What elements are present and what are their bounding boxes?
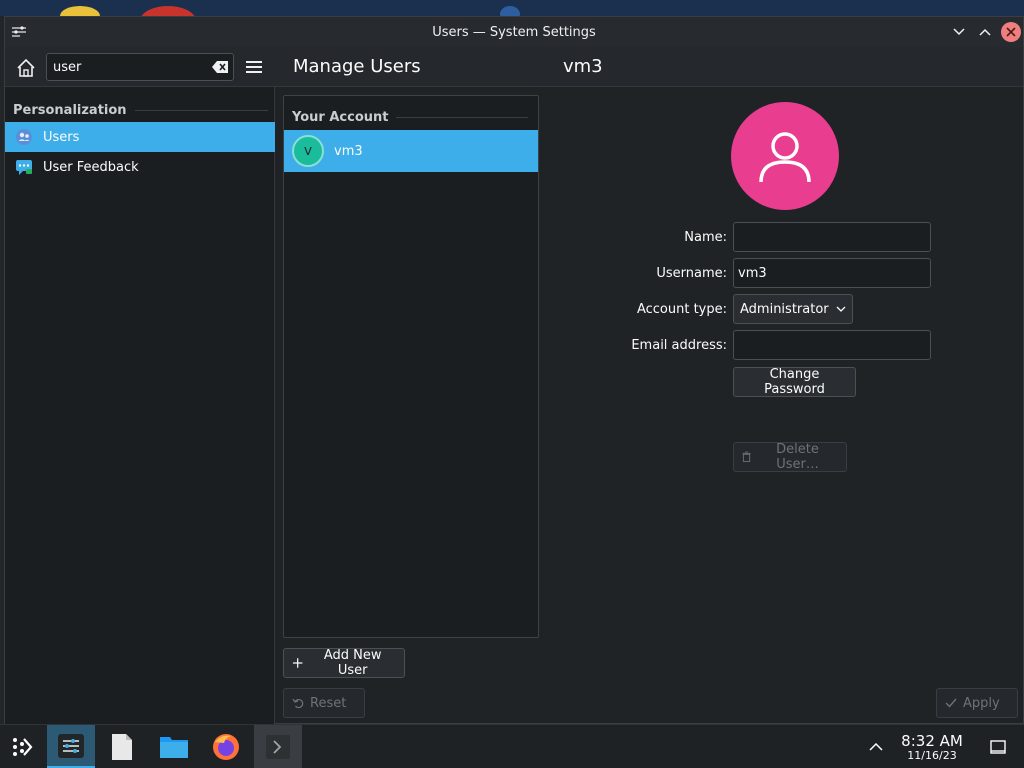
clock-date: 11/16/23 xyxy=(907,749,957,762)
add-new-user-label: Add New User xyxy=(323,648,382,678)
plus-icon xyxy=(292,658,303,668)
user-avatar[interactable] xyxy=(731,102,839,210)
section-label: Your Account xyxy=(292,110,389,125)
list-item[interactable]: V vm3 xyxy=(284,130,538,172)
maximize-button[interactable] xyxy=(975,22,995,42)
check-icon xyxy=(945,698,957,708)
email-label: Email address: xyxy=(631,338,727,353)
account-type-label: Account type: xyxy=(636,302,727,317)
chevron-up-icon xyxy=(869,743,883,751)
desktop-decoration xyxy=(140,6,196,16)
settings-icon xyxy=(58,733,84,758)
application-launcher[interactable] xyxy=(0,725,44,768)
hamburger-menu-icon[interactable] xyxy=(245,59,263,75)
show-desktop-button[interactable] xyxy=(978,725,1018,768)
avatar: V xyxy=(292,135,324,167)
system-tray-expander[interactable] xyxy=(856,725,896,768)
change-password-button[interactable]: Change Password xyxy=(733,367,856,397)
email-field[interactable] xyxy=(733,330,931,360)
sidebar-item-label: User Feedback xyxy=(43,159,139,175)
chevron-up-icon xyxy=(979,28,991,36)
firefox-icon xyxy=(213,734,239,760)
clock-time: 8:32 AM xyxy=(901,732,963,750)
taskbar-system-settings[interactable] xyxy=(47,725,95,768)
window-title: Users — System Settings xyxy=(432,24,596,40)
user-icon xyxy=(759,132,811,183)
username-field[interactable] xyxy=(733,258,931,288)
category-divider xyxy=(134,109,268,111)
minimize-button[interactable] xyxy=(949,22,969,42)
page-title: Manage Users xyxy=(293,56,421,77)
change-password-label: Change Password xyxy=(764,367,825,397)
delete-user-label: Delete User… xyxy=(776,442,819,472)
sidebar: Personalization Users User Feedba xyxy=(5,47,275,725)
system-settings-window: Users — System Settings user Personaliza… xyxy=(4,16,1024,725)
username-label: Username: xyxy=(656,266,727,281)
taskbar-terminal[interactable] xyxy=(254,725,302,768)
section-divider xyxy=(396,117,528,118)
terminal-icon xyxy=(266,735,290,759)
desktop-icon xyxy=(990,740,1006,754)
window-menu-icon[interactable] xyxy=(11,25,27,39)
desktop-decoration xyxy=(60,6,100,16)
apply-label: Apply xyxy=(963,695,1000,711)
trash-icon xyxy=(742,451,751,462)
close-icon xyxy=(1006,27,1016,37)
chevron-down-icon xyxy=(836,306,846,312)
reset-label: Reset xyxy=(310,695,347,711)
sidebar-item-label: Users xyxy=(43,129,80,145)
taskbar-file-manager[interactable] xyxy=(152,725,196,768)
launcher-icon xyxy=(13,738,33,756)
account-type-select[interactable]: Administrator xyxy=(733,294,853,324)
apply-button[interactable]: Apply xyxy=(936,688,1018,718)
taskbar-text-editor[interactable] xyxy=(100,725,144,768)
home-icon[interactable] xyxy=(15,57,37,79)
category-header: Personalization xyxy=(13,102,268,118)
user-name: vm3 xyxy=(334,143,363,159)
folder-icon xyxy=(160,737,188,758)
account-type-value: Administrator xyxy=(740,301,829,317)
search-input[interactable] xyxy=(53,59,203,75)
taskbar: 8:32 AM 11/16/23 xyxy=(0,724,1024,768)
user-list-section-header: Your Account xyxy=(292,110,528,125)
reset-button[interactable]: Reset xyxy=(283,688,365,718)
user-list: Your Account V vm3 xyxy=(283,95,539,638)
delete-user-button[interactable]: Delete User… xyxy=(733,442,847,472)
desktop-decoration xyxy=(500,6,520,16)
sidebar-header xyxy=(5,47,275,87)
sidebar-item-users[interactable]: Users xyxy=(5,122,275,152)
taskbar-firefox[interactable] xyxy=(204,725,248,768)
selected-user-title: vm3 xyxy=(563,56,603,77)
users-icon xyxy=(16,129,32,145)
sidebar-item-user-feedback[interactable]: User Feedback xyxy=(5,152,275,182)
desktop-background xyxy=(0,0,1024,16)
title-bar: Users — System Settings xyxy=(5,17,1023,47)
close-button[interactable] xyxy=(1001,22,1021,42)
content-header: Manage Users vm3 xyxy=(275,47,1023,87)
search-field[interactable] xyxy=(46,53,234,81)
feedback-icon xyxy=(16,160,32,175)
document-icon xyxy=(112,734,132,760)
undo-icon xyxy=(292,698,304,709)
add-new-user-button[interactable]: Add New User xyxy=(283,648,405,678)
chevron-down-icon xyxy=(953,28,965,36)
name-label: Name: xyxy=(684,230,727,245)
avatar-initial: V xyxy=(304,144,312,158)
name-field[interactable] xyxy=(733,222,931,252)
category-label: Personalization xyxy=(13,102,127,118)
digital-clock[interactable]: 8:32 AM 11/16/23 xyxy=(894,733,970,763)
clear-icon[interactable] xyxy=(211,60,229,74)
